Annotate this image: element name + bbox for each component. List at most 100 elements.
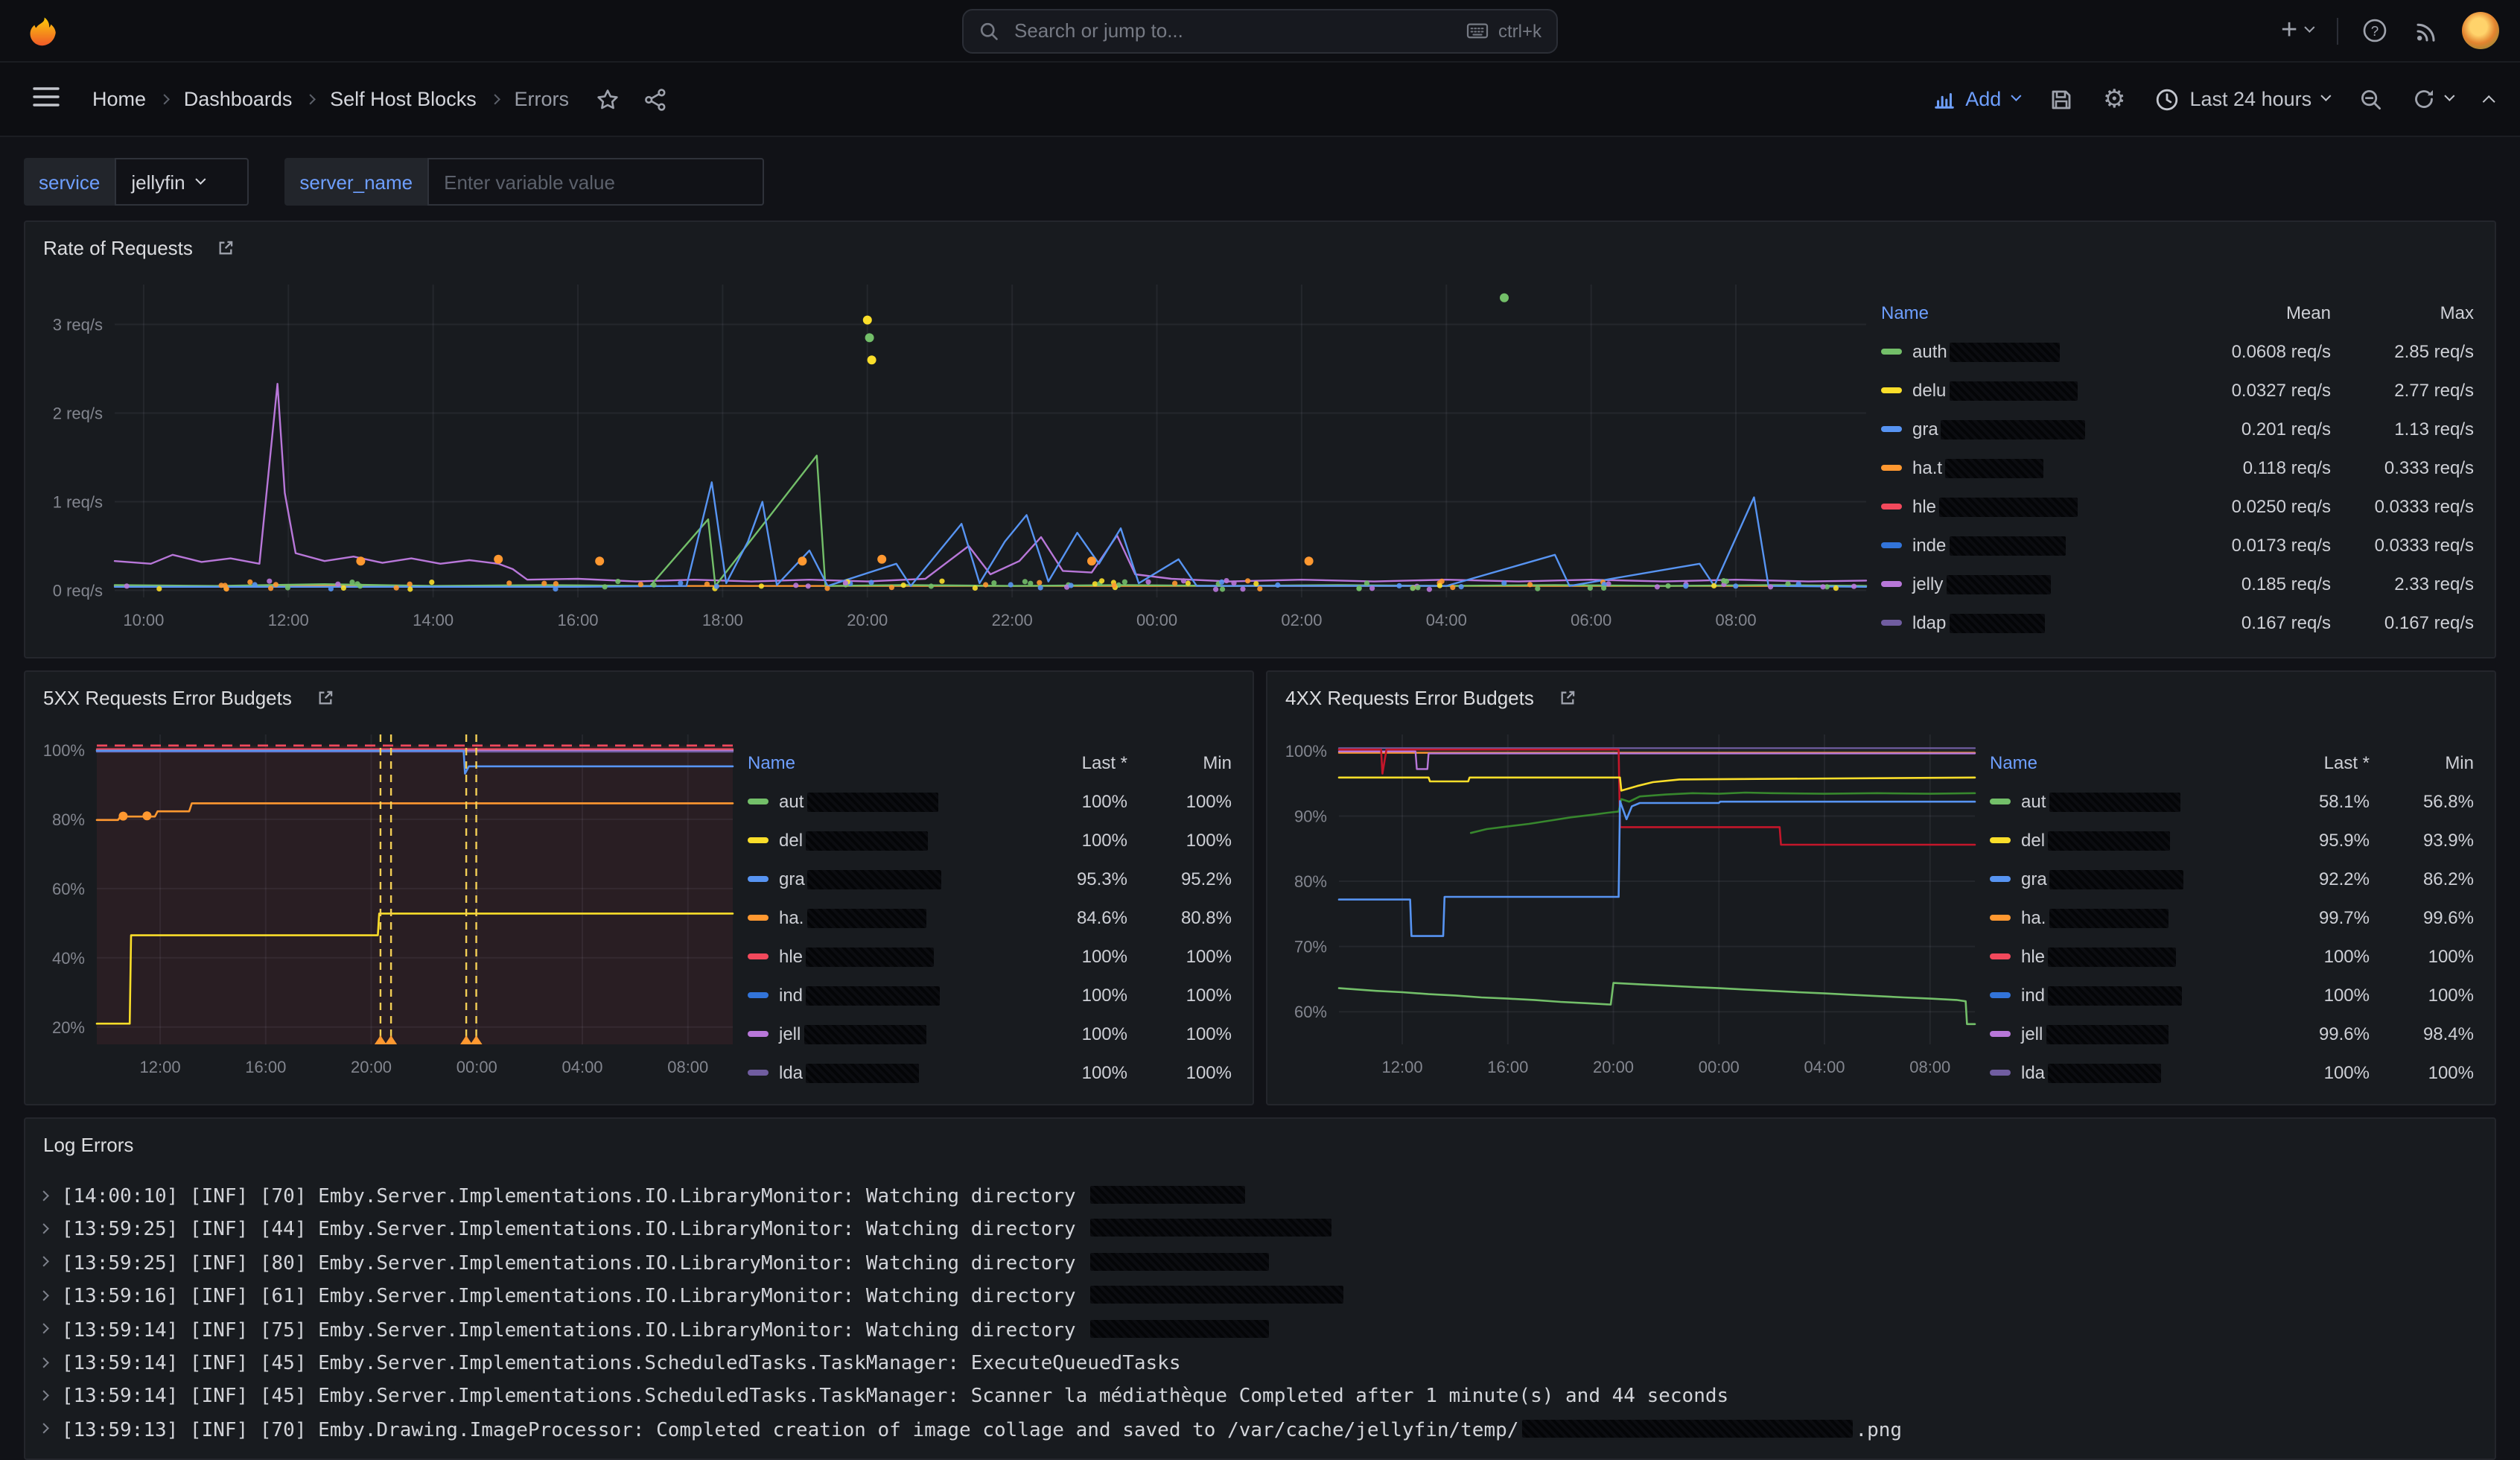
panel-header[interactable]: 5XX Requests Error Budgets (25, 672, 1253, 723)
5xx-error-budget-chart[interactable]: 20%40%60%80%100%12:0016:0020:0000:0004:0… (25, 723, 748, 1083)
series-color-swatch (1881, 349, 1902, 355)
legend-value-1: 95.3% (990, 869, 1127, 889)
refresh-button[interactable] (2411, 82, 2457, 116)
legend-row[interactable]: ha.t 0.118 req/s 0.333 req/s (1881, 448, 2474, 487)
breadcrumb-dashboards[interactable]: Dashboards (184, 88, 293, 110)
legend-value-1: 84.6% (990, 907, 1127, 928)
zoom-out-button[interactable] (2357, 81, 2387, 117)
legend-row[interactable]: ind 100% 100% (1990, 976, 2474, 1015)
legend-header-name[interactable]: Name (1881, 302, 2155, 323)
legend-header-col1[interactable]: Mean (2155, 302, 2331, 323)
panel-header[interactable]: Rate of Requests (25, 222, 2495, 273)
log-row[interactable]: [13:59:13] [INF] [70] Emby.Drawing.Image… (34, 1415, 2477, 1449)
log-row[interactable]: [13:59:25] [INF] [44] Emby.Server.Implem… (34, 1215, 2477, 1248)
news-button[interactable] (2411, 16, 2441, 45)
log-row[interactable]: [13:59:14] [INF] [45] Emby.Server.Implem… (34, 1348, 2477, 1382)
legend-header-col2[interactable]: Min (1127, 752, 1232, 773)
legend-header-name[interactable]: Name (748, 752, 990, 773)
legend-header-col2[interactable]: Max (2331, 302, 2474, 323)
legend-value-2: 2.85 req/s (2331, 341, 2474, 362)
mega-menu-button[interactable] (24, 80, 69, 118)
legend-header-col2[interactable]: Min (2370, 752, 2474, 773)
log-row[interactable]: [14:00:10] [INF] [70] Emby.Server.Implem… (34, 1181, 2477, 1215)
legend-row[interactable]: gra 0.201 req/s 1.13 req/s (1881, 410, 2474, 448)
search-icon (979, 20, 999, 41)
share-button[interactable] (640, 84, 670, 114)
save-dashboard-button[interactable] (2046, 81, 2076, 117)
legend-row[interactable]: ind 100% 100% (748, 976, 1232, 1015)
legend-row[interactable]: hle 0.0250 req/s 0.0333 req/s (1881, 487, 2474, 526)
grafana-logo[interactable] (21, 10, 63, 51)
legend-row[interactable]: jell 100% 100% (748, 1015, 1232, 1053)
log-text: [13:59:14] [INF] [45] Emby.Server.Implem… (62, 1382, 1728, 1415)
refresh-interval-dropdown-icon[interactable] (2445, 91, 2456, 102)
legend-row[interactable]: gra 95.3% 95.2% (748, 860, 1232, 898)
panel-header[interactable]: Log Errors (25, 1119, 2495, 1169)
series-name: gra (748, 869, 990, 889)
legend-value-2: 100% (2370, 1062, 2474, 1083)
log-row[interactable]: [13:59:16] [INF] [61] Emby.Server.Implem… (34, 1281, 2477, 1315)
template-variables-row: service jellyfin server_name (24, 158, 2496, 206)
divider (2337, 17, 2338, 44)
panel-header[interactable]: 4XX Requests Error Budgets (1267, 672, 2495, 723)
log-row[interactable]: [13:59:14] [INF] [45] Emby.Server.Implem… (34, 1382, 2477, 1415)
legend-value-1: 58.1% (2233, 791, 2370, 812)
legend-header-col1[interactable]: Last * (2233, 752, 2370, 773)
variable-server-name-input[interactable] (427, 158, 764, 206)
dashboard-settings-button[interactable]: ⚙ (2100, 81, 2129, 117)
legend-row[interactable]: del 95.9% 93.9% (1990, 821, 2474, 860)
rss-icon (2414, 19, 2438, 42)
collapse-toolbar-button[interactable] (2481, 86, 2496, 112)
legend-row[interactable]: ha. 84.6% 80.8% (748, 898, 1232, 937)
legend-row[interactable]: lda 100% 100% (1990, 1053, 2474, 1092)
legend-header-name[interactable]: Name (1990, 752, 2233, 773)
series-name: auth (1881, 341, 2155, 362)
panel-links-button[interactable] (307, 686, 344, 708)
series-color-swatch (1881, 387, 1902, 393)
panel-links-button[interactable] (208, 236, 245, 258)
legend-row[interactable]: aut 100% 100% (748, 782, 1232, 821)
legend-row[interactable]: hle 100% 100% (1990, 937, 2474, 976)
legend-value-2: 95.2% (1127, 869, 1232, 889)
breadcrumb-self-host-blocks[interactable]: Self Host Blocks (330, 88, 477, 110)
legend-row[interactable]: del 100% 100% (748, 821, 1232, 860)
4xx-error-budget-chart[interactable]: 60%70%80%90%100%12:0016:0020:0000:0004:0… (1267, 723, 1990, 1083)
search-box[interactable]: ctrl+k (962, 8, 1558, 53)
favorite-button[interactable] (593, 84, 623, 114)
log-row[interactable]: [13:59:25] [INF] [80] Emby.Server.Implem… (34, 1248, 2477, 1282)
legend-row[interactable]: delu 0.0327 req/s 2.77 req/s (1881, 371, 2474, 410)
legend-row[interactable]: hle 100% 100% (748, 937, 1232, 976)
search-input[interactable] (1011, 18, 1454, 43)
legend-row[interactable]: gra 92.2% 86.2% (1990, 860, 2474, 898)
chevron-down-icon (2010, 91, 2021, 102)
legend-header-col1[interactable]: Last * (990, 752, 1127, 773)
grafana-dashboard: ctrl+k + ? (0, 0, 2520, 1447)
panel-links-button[interactable] (1549, 686, 1586, 708)
log-row[interactable]: [13:59:14] [INF] [75] Emby.Server.Implem… (34, 1315, 2477, 1348)
rate-of-requests-chart[interactable]: 0 req/s1 req/s2 req/s3 req/s10:0012:0014… (25, 273, 1881, 636)
legend-row[interactable]: jell 99.6% 98.4% (1990, 1015, 2474, 1053)
menu-icon (33, 86, 60, 107)
log-text: [13:59:16] [INF] [61] Emby.Server.Implem… (62, 1281, 1347, 1315)
legend-row[interactable]: lda 100% 100% (748, 1053, 1232, 1092)
legend-row[interactable]: inde 0.0173 req/s 0.0333 req/s (1881, 526, 2474, 565)
new-menu-button[interactable]: + (2278, 16, 2316, 45)
svg-text:3 req/s: 3 req/s (53, 316, 103, 334)
help-button[interactable]: ? (2359, 15, 2390, 46)
legend-row[interactable]: ldap 0.167 req/s 0.167 req/s (1881, 603, 2474, 642)
redacted-series-name (1945, 458, 2043, 477)
series-name: jell (1990, 1023, 2233, 1044)
time-range-picker[interactable]: Last 24 hours (2153, 81, 2333, 117)
svg-text:00:00: 00:00 (1699, 1058, 1740, 1076)
legend-row[interactable]: aut 58.1% 56.8% (1990, 782, 2474, 821)
series-name: hle (748, 946, 990, 967)
breadcrumb-home[interactable]: Home (92, 88, 146, 110)
add-panel-button[interactable]: Add (1929, 82, 2023, 116)
redacted-series-name (2049, 792, 2180, 811)
variable-service-picker[interactable]: jellyfin (115, 158, 249, 206)
legend-row[interactable]: auth 0.0608 req/s 2.85 req/s (1881, 332, 2474, 371)
user-avatar[interactable] (2462, 12, 2499, 49)
legend-row[interactable]: ha. 99.7% 99.6% (1990, 898, 2474, 937)
legend-row[interactable]: jelly 0.185 req/s 2.33 req/s (1881, 565, 2474, 603)
legend-value-2: 100% (1127, 1062, 1232, 1083)
